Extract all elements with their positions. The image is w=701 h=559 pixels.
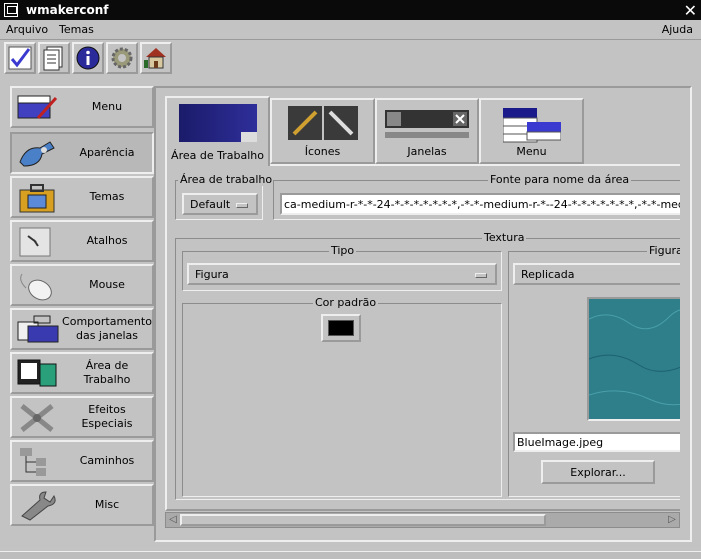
status-bar (0, 551, 701, 559)
sidebar-item-mouse[interactable]: Mouse (10, 264, 154, 306)
scroll-left-icon[interactable]: ◁ (167, 514, 179, 526)
sidebar-item-label: Comportamento das janelas (62, 315, 152, 342)
window-behavior-icon (17, 315, 59, 343)
save-button[interactable] (38, 42, 70, 74)
home-button[interactable] (140, 42, 172, 74)
texture-group: Textura Tipo Figura Cor padrão Figura Re… (175, 231, 680, 500)
popup-indicator-icon (236, 203, 248, 208)
icons-preview-icon (287, 106, 358, 140)
toolbar (4, 42, 172, 76)
tab-panel: Área de trabalho Default Fonte para nome… (165, 164, 680, 511)
workspace-group-title: Área de trabalho (178, 173, 275, 186)
mouse-icon (20, 273, 52, 301)
window-menu-icon[interactable] (4, 3, 18, 17)
info-button[interactable] (72, 42, 104, 74)
tab-workspace[interactable]: Área de Trabalho (165, 96, 270, 166)
browse-button-label: Explorar... (570, 465, 626, 479)
title-bar: wmakerconf ✕ (0, 0, 701, 20)
workspace-group: Área de trabalho Default (175, 173, 275, 220)
menu-bar: Arquivo Temas Ajuda (0, 20, 701, 40)
workspace-icon (17, 359, 57, 387)
tab-icons[interactable]: Ícones (270, 98, 375, 164)
menu-file[interactable]: Arquivo (6, 23, 48, 36)
blue-texture-image (589, 299, 680, 419)
misc-icon (21, 491, 56, 521)
sidebar-item-label: Área de Trabalho (83, 359, 131, 386)
workspace-select[interactable]: Default (182, 193, 258, 215)
menu-icon (17, 95, 58, 120)
home-icon (144, 48, 166, 69)
menu-help[interactable]: Ajuda (662, 23, 693, 36)
image-group: Figura Replicada BlueImage.jpeg Explorar… (508, 244, 680, 497)
category-sidebar: Menu Aparência Temas Atalhos Mouse Compo… (10, 86, 154, 532)
tab-label: Menu (516, 145, 547, 158)
document-icon (43, 46, 63, 71)
scrollbar-thumb[interactable] (180, 514, 546, 526)
sidebar-item-label: Mouse (89, 278, 125, 291)
sidebar-item-label: Atalhos (86, 234, 128, 247)
font-name-value: ca-medium-r-*-*-24-*-*-*-*-*-*-*,-*-*-me… (284, 197, 680, 211)
shortcuts-icon (19, 227, 51, 257)
texture-type-select[interactable]: Figura (187, 263, 497, 285)
sidebar-item-themes[interactable]: Temas (10, 176, 154, 218)
sidebar-item-appearance[interactable]: Aparência (10, 132, 154, 174)
horizontal-scrollbar[interactable]: ◁ ▷ (165, 512, 680, 528)
gear-icon (111, 47, 133, 69)
default-color-button[interactable] (321, 314, 361, 342)
image-mode-select[interactable]: Replicada (513, 263, 680, 285)
menu-preview-icon (502, 108, 561, 143)
sidebar-item-misc[interactable]: Misc (10, 484, 154, 526)
default-color-title: Cor padrão (313, 296, 379, 309)
image-file-input[interactable]: BlueImage.jpeg (513, 432, 680, 452)
default-color-group: Cor padrão (182, 296, 502, 497)
paths-icon (20, 448, 46, 476)
preferences-button[interactable] (106, 42, 138, 74)
sidebar-item-label: Caminhos (79, 454, 135, 467)
sidebar-item-label: Efeitos Especiais (81, 403, 133, 430)
font-group: Fonte para nome da área ca-medium-r-*-*-… (273, 173, 680, 220)
sidebar-item-shortcuts[interactable]: Atalhos (10, 220, 154, 262)
sidebar-item-special-effects[interactable]: Efeitos Especiais (10, 396, 154, 438)
sidebar-item-window-behavior[interactable]: Comportamento das janelas (10, 308, 154, 350)
type-group: Tipo Figura (182, 244, 502, 291)
tab-label: Janelas (407, 145, 447, 158)
sidebar-item-label: Misc (94, 498, 120, 511)
font-name-input[interactable]: ca-medium-r-*-*-24-*-*-*-*-*-*-*,-*-*-me… (280, 193, 680, 215)
apply-button[interactable] (4, 42, 36, 74)
tab-label: Área de Trabalho (171, 149, 264, 162)
sidebar-item-menu[interactable]: Menu (10, 86, 154, 128)
check-icon (8, 46, 32, 70)
texture-group-title: Textura (482, 231, 527, 244)
menu-themes[interactable]: Temas (59, 23, 94, 36)
tab-menu[interactable]: Menu (479, 98, 584, 164)
default-color-swatch (328, 320, 354, 336)
tab-label: Ícones (304, 145, 341, 158)
sidebar-item-label: Aparência (79, 146, 135, 159)
image-group-title: Figura (647, 244, 680, 257)
appearance-icon (19, 141, 55, 167)
image-mode-value: Replicada (521, 267, 575, 281)
sidebar-item-label: Temas (89, 190, 125, 203)
sidebar-item-paths[interactable]: Caminhos (10, 440, 154, 482)
image-preview (587, 297, 680, 421)
info-icon (76, 46, 100, 70)
texture-type-value: Figura (195, 267, 229, 281)
popup-indicator-icon (475, 273, 487, 278)
tab-windows[interactable]: Janelas (375, 98, 479, 164)
windows-preview-icon (385, 110, 469, 138)
font-group-title: Fonte para nome da área (488, 173, 632, 186)
sidebar-item-workspace[interactable]: Área de Trabalho (10, 352, 154, 394)
workspace-preview-icon (178, 104, 257, 142)
special-effects-icon (20, 404, 54, 432)
browse-button[interactable]: Explorar... (541, 460, 655, 484)
window-title: wmakerconf (26, 3, 109, 17)
themes-icon (19, 184, 55, 213)
close-icon[interactable]: ✕ (684, 1, 697, 20)
scroll-right-icon[interactable]: ▷ (666, 514, 678, 526)
image-file-value: BlueImage.jpeg (517, 435, 604, 449)
sidebar-item-label: Menu (91, 100, 123, 113)
type-group-title: Tipo (329, 244, 357, 257)
workspace-select-value: Default (190, 197, 231, 211)
